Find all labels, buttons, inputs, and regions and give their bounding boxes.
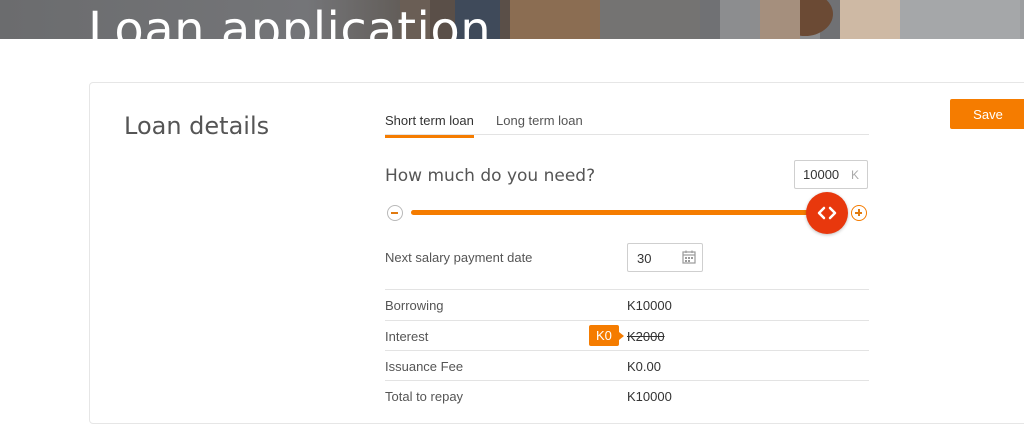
amount-field: K xyxy=(794,160,868,189)
summary-value-original: K2000 xyxy=(627,329,665,344)
salary-date-field xyxy=(627,243,703,272)
salary-date-label: Next salary payment date xyxy=(385,250,533,265)
amount-unit: K xyxy=(850,168,859,182)
loan-type-tabs: Short term loan Long term loan xyxy=(385,108,869,138)
page-title: Loan application xyxy=(88,2,492,39)
summary-value: K10000 xyxy=(627,298,672,313)
summary-label: Total to repay xyxy=(385,389,464,404)
amount-label: How much do you need? xyxy=(385,166,596,186)
amount-slider-fill xyxy=(411,210,841,215)
summary-row-interest: Interest K0 K2000 xyxy=(385,320,869,351)
amount-slider-handle[interactable] xyxy=(806,192,848,234)
tab-long-term-loan[interactable]: Long term loan xyxy=(496,113,583,135)
plus-icon[interactable] xyxy=(851,205,867,221)
amount-slider-track[interactable] xyxy=(411,210,841,215)
hero-photo xyxy=(400,0,1020,39)
summary-label: Issuance Fee xyxy=(385,359,464,374)
calendar-icon[interactable] xyxy=(682,250,696,264)
arrows-left-right-icon xyxy=(817,206,837,220)
summary-label: Borrowing xyxy=(385,298,444,313)
hero-banner: Loan application xyxy=(0,0,1024,39)
summary-label: Interest xyxy=(385,329,429,344)
summary-value: K0.00 xyxy=(627,359,661,374)
amount-input[interactable] xyxy=(803,167,849,182)
discount-badge: K0 xyxy=(589,325,624,346)
section-title: Loan details xyxy=(124,112,270,140)
summary-row-borrowing: Borrowing K10000 xyxy=(385,289,869,320)
tab-short-term-loan[interactable]: Short term loan xyxy=(385,113,474,138)
summary-row-total: Total to repay K10000 xyxy=(385,380,869,411)
minus-icon[interactable] xyxy=(387,205,403,221)
summary-row-issuance-fee: Issuance Fee K0.00 xyxy=(385,350,869,381)
save-button[interactable]: Save xyxy=(950,99,1024,129)
summary-value: K10000 xyxy=(627,389,672,404)
salary-date-input[interactable] xyxy=(637,251,673,266)
